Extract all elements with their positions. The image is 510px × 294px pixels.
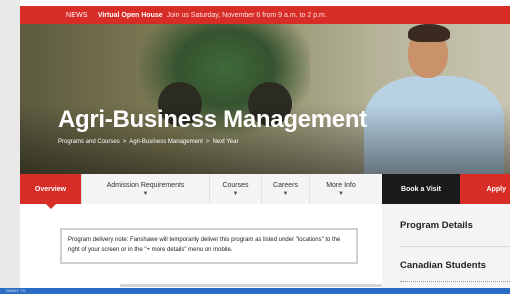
window-edge <box>0 0 20 294</box>
web-page: NEWS Virtual Open House Join us Saturday… <box>0 0 510 294</box>
breadcrumb-current: Next Year <box>212 139 239 145</box>
tab-label: Overview <box>34 185 67 193</box>
program-tabs: Overview Admission Requirements ▼ Course… <box>20 174 510 209</box>
status-bar: DEMO: 73 <box>0 288 510 294</box>
news-tag: NEWS <box>66 11 88 19</box>
chevron-down-icon: ▼ <box>232 190 239 197</box>
chevron-down-icon: ▼ <box>282 190 289 197</box>
chevron-down-icon: ▼ <box>142 190 149 197</box>
tab-label: Admission Requirements <box>106 181 185 189</box>
notice-text: Program delivery note: Fanshawe will tem… <box>68 237 341 253</box>
announcement-bar[interactable]: NEWS Virtual Open House Join us Saturday… <box>20 6 510 24</box>
status-text: DEMO: 73 <box>6 288 25 293</box>
book-visit-button[interactable]: Book a Visit <box>382 174 460 204</box>
divider <box>400 281 510 285</box>
breadcrumb-link-programs[interactable]: Programs and Courses <box>58 139 120 145</box>
apply-button[interactable]: Apply <box>460 174 510 204</box>
announcement-title[interactable]: Virtual Open House <box>98 12 163 19</box>
divider <box>400 246 510 247</box>
tab-label: More Info <box>326 181 356 189</box>
chevron-down-icon: ▼ <box>338 190 344 197</box>
tab-admission-requirements[interactable]: Admission Requirements ▼ <box>82 174 210 204</box>
announcement-text: Join us Saturday, November 6 from 9 a.m.… <box>166 11 327 19</box>
tab-courses[interactable]: Courses ▼ <box>210 174 262 204</box>
tab-careers[interactable]: Careers ▼ <box>262 174 310 204</box>
breadcrumb: Programs and Courses > Agri-Business Man… <box>58 139 238 145</box>
tab-overview[interactable]: Overview <box>20 174 82 209</box>
page-title: Agri-Business Management <box>58 106 367 133</box>
tab-label: Courses <box>222 181 249 189</box>
program-details-sidebar: Program Details Canadian Students <box>382 204 510 288</box>
hero-banner: Agri-Business Management Programs and Co… <box>20 24 510 174</box>
breadcrumb-separator: > <box>122 139 127 145</box>
tab-more-info[interactable]: More Info ▼ <box>310 174 372 204</box>
breadcrumb-separator: > <box>205 139 210 145</box>
tab-label: Careers <box>273 181 298 189</box>
breadcrumb-link-program[interactable]: Agri-Business Management <box>129 139 203 145</box>
canadian-students-heading[interactable]: Canadian Students <box>400 260 486 271</box>
horizontal-scrollbar[interactable] <box>120 284 382 287</box>
delivery-notice: Program delivery note: Fanshawe will tem… <box>60 228 358 264</box>
person-hair <box>408 24 450 42</box>
program-details-heading: Program Details <box>400 220 473 231</box>
